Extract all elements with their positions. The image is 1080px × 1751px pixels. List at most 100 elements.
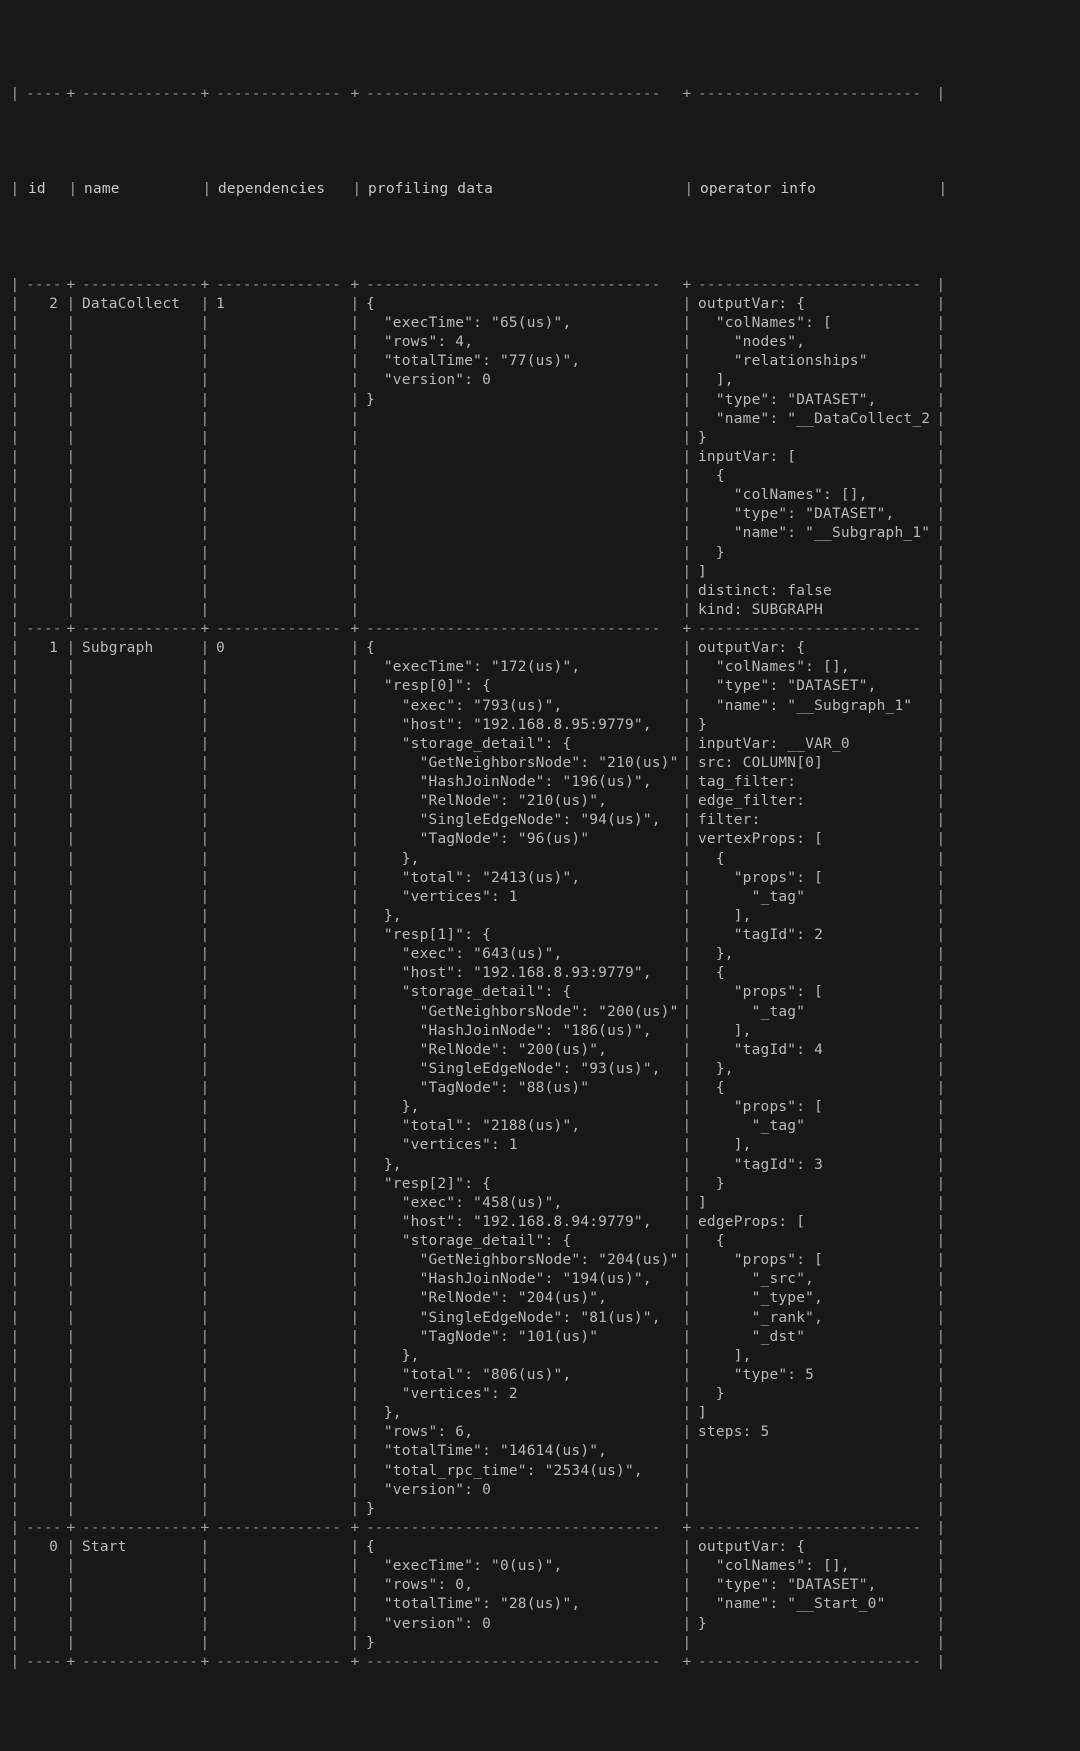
cell-profiling: } (364, 1634, 678, 1653)
cell-operator: { (696, 467, 932, 486)
cell-operator: "_tag" (696, 888, 932, 907)
table-row: ||||}|| (6, 1634, 1074, 1653)
cell-profiling: "GetNeighborsNode": "204(us)", (364, 1251, 678, 1270)
table-body: |----+-------------+--------------+-----… (6, 276, 1074, 1672)
cell-operator: "type": "DATASET", (696, 505, 932, 524)
cell-operator: filter: (696, 811, 932, 830)
cell-operator: "type": "DATASET", (696, 677, 932, 696)
table-row: |||||distinct: false| (6, 582, 1074, 601)
cell-profiling: "total": "806(us)", (364, 1366, 678, 1385)
cell-profiling: "total": "2188(us)", (364, 1117, 678, 1136)
cell-operator: "tagId": 3 (696, 1156, 932, 1175)
cell-operator: { (696, 850, 932, 869)
col-sep: | (198, 180, 216, 199)
table-row: |||| "GetNeighborsNode": "200(us)",| "_t… (6, 1003, 1074, 1022)
cell-operator: }, (696, 945, 932, 964)
col-sep: | (680, 180, 698, 199)
table-row: |||| "storage_detail": {| "props": [| (6, 983, 1074, 1002)
col-header-operator: operator info (698, 180, 934, 199)
table-row: |||||]| (6, 563, 1074, 582)
cell-profiling: "TagNode": "101(us)" (364, 1328, 678, 1347)
cell-operator: "name": "__Subgraph_1" (696, 697, 932, 716)
col-sep: | (6, 180, 24, 199)
cell-operator: outputVar: { (696, 639, 932, 658)
table-row: |||| "resp[2]": {| }| (6, 1175, 1074, 1194)
table-border-top: | ---- + ------------- + -------------- … (6, 85, 1074, 104)
cell-operator: ], (696, 1136, 932, 1155)
table-row: ||||}| "type": "DATASET",| (6, 391, 1074, 410)
border-plus: + (196, 85, 214, 104)
cell-id: 0 (24, 1538, 62, 1557)
table-row: |||| "exec": "793(us)",| "name": "__Subg… (6, 697, 1074, 716)
cell-profiling: "host": "192.168.8.93:9779", (364, 964, 678, 983)
cell-operator: inputVar: [ (696, 448, 932, 467)
table-row: |||| },| {| (6, 850, 1074, 869)
cell-operator: { (696, 1232, 932, 1251)
cell-profiling: "SingleEdgeNode": "94(us)", (364, 811, 678, 830)
cell-profiling: "storage_detail": { (364, 735, 678, 754)
border-plus: + (62, 85, 80, 104)
cell-operator: "_src", (696, 1270, 932, 1289)
border-dash: --------------------------------- (364, 85, 678, 104)
cell-profiling: "TagNode": "96(us)" (364, 830, 678, 849)
cell-operator: } (696, 544, 932, 563)
cell-profiling: }, (364, 850, 678, 869)
cell-operator: "props": [ (696, 983, 932, 1002)
cell-profiling: "vertices": 1 (364, 1136, 678, 1155)
cell-dependencies: 1 (214, 295, 346, 314)
col-header-profiling: profiling data (366, 180, 680, 199)
cell-profiling: "rows": 4, (364, 333, 678, 352)
table-row: |||| "rows": 4,| "nodes",| (6, 333, 1074, 352)
cell-profiling: "execTime": "65(us)", (364, 314, 678, 333)
table-border-row: |----+-------------+--------------+-----… (6, 1653, 1074, 1672)
cell-operator: } (696, 716, 932, 735)
table-row: |||| "SingleEdgeNode": "93(us)",| },| (6, 1060, 1074, 1079)
table-row: ||||| {| (6, 467, 1074, 486)
table-row: |||| "exec": "643(us)",| },| (6, 945, 1074, 964)
cell-operator: "type": "DATASET", (696, 391, 932, 410)
cell-operator: distinct: false (696, 582, 932, 601)
cell-profiling: "resp[0]": { (364, 677, 678, 696)
cell-profiling: "version": 0 (364, 371, 678, 390)
cell-operator: outputVar: { (696, 295, 932, 314)
table-row: |||| "TagNode": "88(us)"| {| (6, 1079, 1074, 1098)
cell-profiling: { (364, 295, 678, 314)
table-row: |||| "host": "192.168.8.95:9779",|}| (6, 716, 1074, 735)
cell-profiling: "HashJoinNode": "196(us)", (364, 773, 678, 792)
cell-operator: steps: 5 (696, 1423, 932, 1442)
table-row: |||| "exec": "458(us)",|]| (6, 1194, 1074, 1213)
cell-profiling: "totalTime": "77(us)", (364, 352, 678, 371)
cell-profiling: "GetNeighborsNode": "210(us)", (364, 754, 678, 773)
table-row: |||| "GetNeighborsNode": "210(us)",|src:… (6, 754, 1074, 773)
table-row: |||| "RelNode": "200(us)",| "tagId": 4| (6, 1041, 1074, 1060)
cell-operator: } (696, 1385, 932, 1404)
table-row: |2|DataCollect|1|{|outputVar: {| (6, 295, 1074, 314)
cell-operator: "relationships" (696, 352, 932, 371)
cell-profiling: }, (364, 1156, 678, 1175)
cell-operator: "name": "__Subgraph_1" (696, 524, 932, 543)
cell-operator: "colNames": [], (696, 658, 932, 677)
cell-operator: ], (696, 1022, 932, 1041)
cell-profiling: } (364, 391, 678, 410)
table-row: ||||| "name": "__DataCollect_2"| (6, 410, 1074, 429)
cell-name: Subgraph (80, 639, 196, 658)
cell-profiling: "rows": 0, (364, 1576, 678, 1595)
cell-operator: ] (696, 1194, 932, 1213)
table-row: |||| "host": "192.168.8.93:9779",| {| (6, 964, 1074, 983)
table-row: |0|Start||{|outputVar: {| (6, 1538, 1074, 1557)
cell-operator: ], (696, 371, 932, 390)
cell-operator: "_type", (696, 1289, 932, 1308)
cell-operator: "_dst" (696, 1328, 932, 1347)
cell-profiling: }, (364, 907, 678, 926)
table-row: |||| "vertices": 1| "_tag"| (6, 888, 1074, 907)
table-row: ||||| }| (6, 544, 1074, 563)
cell-profiling: "vertices": 1 (364, 888, 678, 907)
cell-profiling: "HashJoinNode": "186(us)", (364, 1022, 678, 1041)
cell-operator: vertexProps: [ (696, 830, 932, 849)
cell-profiling: }, (364, 1347, 678, 1366)
col-header-id: id (24, 180, 64, 199)
cell-operator: "_tag" (696, 1003, 932, 1022)
cell-operator: ], (696, 907, 932, 926)
table-row: |||| "resp[0]": {| "type": "DATASET",| (6, 677, 1074, 696)
table-row: ||||| "colNames": [],| (6, 486, 1074, 505)
